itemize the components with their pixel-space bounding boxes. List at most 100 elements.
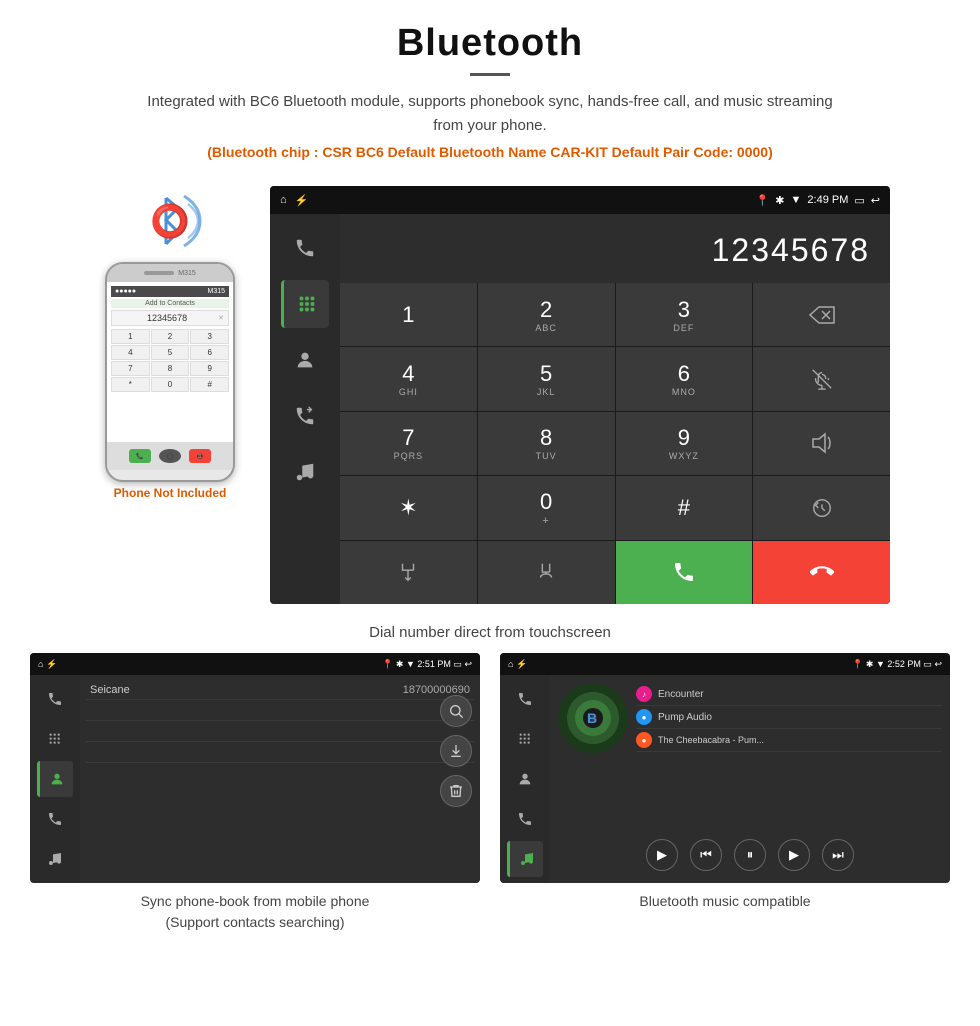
sidebar-dialpad-icon[interactable] <box>281 280 329 328</box>
bluetooth-status-icon: ✱ <box>775 194 784 207</box>
subtitle-text: Integrated with BC6 Bluetooth module, su… <box>140 90 840 138</box>
sidebar-contacts-icon[interactable] <box>281 336 329 384</box>
key-0[interactable]: 0+ <box>478 476 615 539</box>
contacts-card: ⌂ ⚡ 📍 ✱ ▼ 2:51 PM ▭ ↩ <box>30 653 480 933</box>
phone-call-btn[interactable]: 📞 <box>129 449 151 463</box>
key-4[interactable]: 4GHI <box>340 347 477 410</box>
phone-mockup: M315 ●●●●●M315 Add to Contacts 12345678 … <box>105 262 235 482</box>
key-6[interactable]: 6MNO <box>616 347 753 410</box>
sidebar-music-icon[interactable] <box>281 448 329 496</box>
bluetooth-icon: ⭕ <box>150 202 190 240</box>
cs-transfer-icon[interactable] <box>37 801 73 837</box>
music-prev-btn[interactable]: ⏮ <box>690 839 722 871</box>
home-icon: ⌂ <box>280 194 287 206</box>
contacts-panel: Seicane 18700000690 <box>80 675 480 769</box>
track-3[interactable]: ● The Cheebacabra - Pum... <box>636 729 942 752</box>
sidebar-phone-icon[interactable] <box>281 224 329 272</box>
back-icon[interactable]: ↩ <box>871 194 880 207</box>
music-tracks-list: ♪ Encounter ● Pump Audio ● The Cheebacab… <box>636 683 942 753</box>
track-2-name: Pump Audio <box>658 712 712 723</box>
ms-transfer-icon[interactable] <box>507 801 543 837</box>
key-star[interactable]: ✶ <box>340 476 477 539</box>
phone-key-7[interactable]: 7 <box>111 361 150 376</box>
phone-key-1[interactable]: 1 <box>111 329 150 344</box>
track-1[interactable]: ♪ Encounter <box>636 683 942 706</box>
key-speaker[interactable] <box>753 412 890 475</box>
key-8[interactable]: 8TUV <box>478 412 615 475</box>
music-forward-btn[interactable]: ▶ <box>778 839 810 871</box>
key-backspace[interactable] <box>753 283 890 346</box>
music-back-icon[interactable]: ↩ <box>934 659 942 669</box>
cs-dialpad-icon[interactable] <box>37 721 73 757</box>
phone-key-9[interactable]: 9 <box>190 361 229 376</box>
music-bt-icon: ✱ <box>866 659 874 669</box>
contacts-battery-icon: ▭ <box>453 659 462 669</box>
key-9[interactable]: 9WXYZ <box>616 412 753 475</box>
music-pause-btn[interactable]: ⏸ <box>734 839 766 871</box>
music-art-area: B ♪ Encounter ● Pump Audio <box>558 683 942 753</box>
phone-key-4[interactable]: 4 <box>111 345 150 360</box>
contacts-bt-icon: ✱ <box>396 659 404 669</box>
key-7[interactable]: 7PQRS <box>340 412 477 475</box>
key-5[interactable]: 5JKL <box>478 347 615 410</box>
key-end-call[interactable] <box>753 541 890 604</box>
phone-end-btn[interactable]: 📵 <box>189 449 211 463</box>
music-play-btn[interactable]: ▶ <box>646 839 678 871</box>
music-home-icon: ⌂ <box>508 659 513 669</box>
key-merge[interactable] <box>340 541 477 604</box>
search-contact-btn[interactable] <box>440 695 472 727</box>
phone-speaker <box>144 271 174 275</box>
phone-key-star[interactable]: * <box>111 377 150 392</box>
cs-contacts-icon[interactable] <box>37 761 73 797</box>
key-3[interactable]: 3DEF <box>616 283 753 346</box>
key-1[interactable]: 1 <box>340 283 477 346</box>
contact-row[interactable]: Seicane 18700000690 <box>86 681 474 700</box>
cs-music-icon[interactable] <box>37 841 73 877</box>
phone-bottom-bar: 📞 ◯ 📵 <box>107 442 233 470</box>
phone-key-6[interactable]: 6 <box>190 345 229 360</box>
phone-side: ⭕ M315 ●●●●●M315 Add to Contacts <box>90 186 250 500</box>
music-content: B ♪ Encounter ● Pump Audio <box>550 675 950 883</box>
phone-home-btn[interactable]: ◯ <box>159 449 181 463</box>
battery-icon: ▭ <box>854 194 864 207</box>
contacts-android-screen: ⌂ ⚡ 📍 ✱ ▼ 2:51 PM ▭ ↩ <box>30 653 480 883</box>
key-2[interactable]: 2ABC <box>478 283 615 346</box>
contacts-phone-ui: Seicane 18700000690 <box>30 675 480 883</box>
download-contact-btn[interactable] <box>440 735 472 767</box>
ms-dialpad-icon[interactable] <box>507 721 543 757</box>
music-usb-icon: ⚡ <box>516 659 527 669</box>
phone-number-display: 12345678 ✕ <box>111 310 229 326</box>
music-card: ⌂ ⚡ 📍 ✱ ▼ 2:52 PM ▭ ↩ <box>500 653 950 933</box>
phone-key-0[interactable]: 0 <box>151 377 190 392</box>
phone-key-3[interactable]: 3 <box>190 329 229 344</box>
contacts-location-icon: 📍 <box>382 659 393 669</box>
sidebar-transfer-icon[interactable] <box>281 392 329 440</box>
dialer-number: 12345678 <box>340 214 890 283</box>
key-transfer[interactable] <box>478 541 615 604</box>
cs-phone-icon[interactable] <box>37 681 73 717</box>
ms-contacts-icon[interactable] <box>507 761 543 797</box>
main-phone-ui: 12345678 1 2ABC 3DEF 4GHI 5JKL 6MNO <box>270 214 890 604</box>
phone-key-2[interactable]: 2 <box>151 329 190 344</box>
track-2[interactable]: ● Pump Audio <box>636 706 942 729</box>
contacts-status-bar: ⌂ ⚡ 📍 ✱ ▼ 2:51 PM ▭ ↩ <box>30 653 480 675</box>
phone-key-8[interactable]: 8 <box>151 361 190 376</box>
phone-key-hash[interactable]: # <box>190 377 229 392</box>
ms-music-icon[interactable] <box>507 841 543 877</box>
specs-text: (Bluetooth chip : CSR BC6 Default Blueto… <box>0 144 980 160</box>
key-swap[interactable] <box>753 476 890 539</box>
phone-top-bar: M315 <box>107 264 233 282</box>
delete-contact-btn[interactable] <box>440 775 472 807</box>
ms-phone-icon[interactable] <box>507 681 543 717</box>
music-wifi-icon: ▼ <box>876 659 885 669</box>
music-next-btn[interactable]: ⏭ <box>822 839 854 871</box>
phone-screen-header: ●●●●●M315 <box>111 286 229 297</box>
key-hash[interactable]: # <box>616 476 753 539</box>
phone-key-5[interactable]: 5 <box>151 345 190 360</box>
contacts-back-icon[interactable]: ↩ <box>464 659 472 669</box>
key-call[interactable] <box>616 541 753 604</box>
music-phone-ui: B ♪ Encounter ● Pump Audio <box>500 675 950 883</box>
music-sidebar <box>500 675 550 883</box>
key-mute[interactable] <box>753 347 890 410</box>
music-disc: B <box>558 683 628 753</box>
